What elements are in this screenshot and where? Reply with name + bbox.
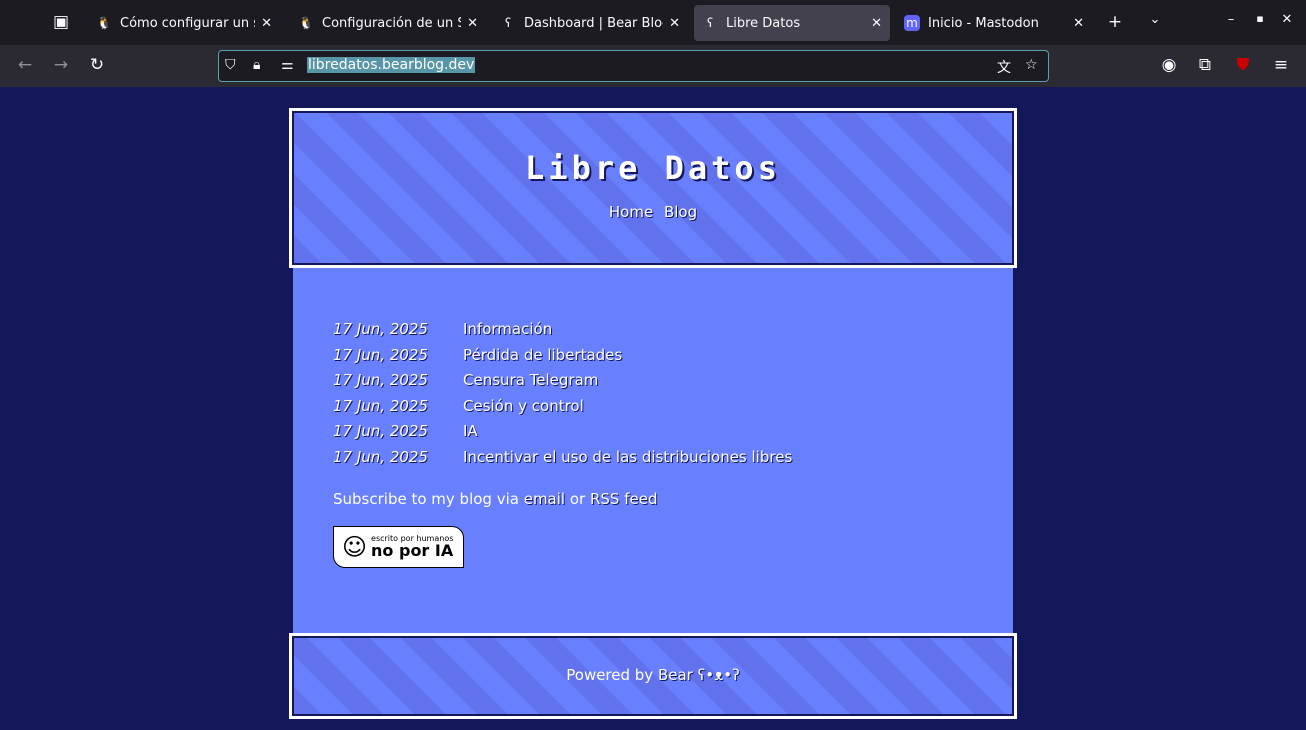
minimize-icon[interactable]: – <box>1220 12 1242 27</box>
nav-toolbar: ← → ↻ ⛉ 🔒︎ ⚌ libredatos.bearblog.dev 文 ☆… <box>0 45 1306 87</box>
tux-icon: 🐧 <box>96 16 112 30</box>
tab[interactable]: 🐧Cómo configurar un ser✕ <box>88 5 280 41</box>
bear-icon: ʕ <box>504 16 512 30</box>
site-header: Libre Datos Home Blog <box>289 108 1017 268</box>
account-icon[interactable]: ◉ <box>1158 55 1180 75</box>
post-date: 17 Jun, 2025 <box>333 422 429 441</box>
post-link[interactable]: Censura Telegram <box>463 371 598 397</box>
tab-list-chevron-icon[interactable]: ⌄ <box>1144 12 1166 27</box>
bear-link[interactable]: Bear ʕ•ᴥ•ʔ <box>658 666 740 684</box>
subscribe-text: Subscribe to my blog via email or RSS fe… <box>333 489 658 508</box>
bear-icon: ʕ <box>706 16 714 30</box>
url-bar[interactable]: ⛉ 🔒︎ ⚌ libredatos.bearblog.dev 文 ☆ <box>218 50 1049 82</box>
post-link[interactable]: IA <box>463 422 478 448</box>
url-text[interactable]: libredatos.bearblog.dev <box>307 57 476 73</box>
close-tab-icon[interactable]: ✕ <box>1073 16 1084 31</box>
not-by-ai-badge[interactable]: ☺ escrito por humanos no por IA <box>333 525 464 568</box>
site-nav: Home Blog <box>292 203 1014 221</box>
nav-home-link[interactable]: Home <box>609 203 653 221</box>
close-tab-icon[interactable]: ✕ <box>669 16 680 31</box>
tab-active[interactable]: ʕ Libre Datos ✕ <box>694 5 890 41</box>
site-footer: Powered by Bear ʕ•ᴥ•ʔ <box>289 633 1017 719</box>
ublock-icon[interactable]: ⛊ <box>1232 55 1254 75</box>
post-list-item: 17 Jun, 2025 Cesión y control <box>333 397 973 423</box>
post-list-item: 17 Jun, 2025 Información <box>333 320 973 346</box>
back-icon[interactable]: ← <box>14 55 36 75</box>
post-date: 17 Jun, 2025 <box>333 345 429 364</box>
tab[interactable]: ʕ Dashboard | Bear Blog ✕ <box>492 5 688 41</box>
email-link[interactable]: email <box>524 490 565 508</box>
forward-icon[interactable]: → <box>50 55 72 75</box>
post-link[interactable]: Incentivar el uso de las distribuciones … <box>463 448 792 474</box>
post-link[interactable]: Información <box>463 320 552 346</box>
tux-icon: 🐧 <box>298 16 314 30</box>
close-tab-icon[interactable]: ✕ <box>261 16 272 31</box>
post-link[interactable]: Pérdida de libertades <box>463 346 622 372</box>
nav-blog-link[interactable]: Blog <box>664 203 697 221</box>
main-content: 17 Jun, 2025 Información 17 Jun, 2025 Pérdi… <box>293 268 1013 634</box>
extensions-icon[interactable]: ⧉ <box>1194 55 1216 75</box>
close-window-icon[interactable]: ✕ <box>1276 12 1298 27</box>
post-list-item: 17 Jun, 2025 Pérdida de libertades <box>333 346 973 372</box>
reload-icon[interactable]: ↻ <box>86 55 108 75</box>
maximize-icon[interactable]: ▪ <box>1249 12 1271 25</box>
close-tab-icon[interactable]: ✕ <box>467 16 478 31</box>
tab-bar: ▣ 🐧Cómo configurar un ser✕ 🐧Configuració… <box>0 0 1306 45</box>
post-list-item: 17 Jun, 2025 Censura Telegram <box>333 371 973 397</box>
post-date: 17 Jun, 2025 <box>333 320 429 338</box>
mastodon-icon: m <box>904 15 920 31</box>
lock-icon[interactable]: 🔒︎ <box>253 57 260 73</box>
post-date: 17 Jun, 2025 <box>333 396 429 415</box>
menu-icon[interactable]: ≡ <box>1270 55 1292 75</box>
rss-link[interactable]: RSS feed <box>590 490 658 508</box>
shield-icon[interactable]: ⛉ <box>225 57 236 73</box>
post-date: 17 Jun, 2025 <box>333 371 429 390</box>
tab[interactable]: 🐧 Configuración de un Se ✕ <box>290 5 486 41</box>
permissions-icon[interactable]: ⚌ <box>281 57 294 73</box>
smiley-icon: ☺ <box>342 532 368 561</box>
post-list: 17 Jun, 2025 Información 17 Jun, 2025 Pérdi… <box>333 320 973 474</box>
post-date: 17 Jun, 2025 <box>333 447 429 466</box>
post-list-item: 17 Jun, 2025 IA <box>333 422 973 448</box>
new-tab-icon[interactable]: + <box>1104 12 1126 32</box>
bookmark-star-icon[interactable]: ☆ <box>1025 57 1038 73</box>
post-list-item: 17 Jun, 2025 Incentivar el uso de las dis… <box>333 448 973 474</box>
post-link[interactable]: Cesión y control <box>463 397 584 423</box>
site-title[interactable]: Libre Datos <box>292 149 1014 187</box>
close-tab-icon[interactable]: ✕ <box>871 16 882 31</box>
translate-icon[interactable]: 文 <box>997 57 1011 77</box>
tab-overview-icon[interactable]: ▣ <box>50 12 72 32</box>
tab[interactable]: m Inicio - Mastodon ✕ <box>896 5 1092 41</box>
